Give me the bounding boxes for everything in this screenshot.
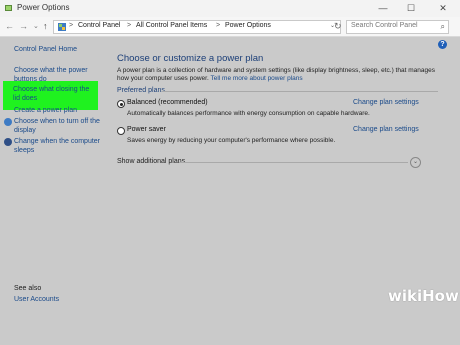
preferred-plans-label: Preferred plans xyxy=(117,87,165,94)
change-plan-settings-power-saver[interactable]: Change plan settings xyxy=(353,126,419,133)
show-additional-plans-label[interactable]: Show additional plans xyxy=(117,158,185,165)
section-divider xyxy=(162,91,438,92)
plan-desc-power-saver: Saves energy by reducing your computer's… xyxy=(127,137,336,144)
control-panel-icon xyxy=(58,23,66,31)
address-toolbar: ← → ⌄ ↑ > Control Panel > All Control Pa… xyxy=(0,17,460,37)
user-accounts-link[interactable]: User Accounts xyxy=(14,296,59,303)
forward-arrow-icon[interactable]: → xyxy=(19,21,28,32)
title-bar: Power Options — ☐ ✕ xyxy=(0,0,460,18)
power-saver-radio[interactable] xyxy=(117,127,125,135)
sidebar-item-create-plan[interactable]: Create a power plan xyxy=(14,106,106,115)
search-input[interactable]: Search Control Panel ⌕ xyxy=(346,20,449,34)
sidebar-item-computer-sleeps[interactable]: Change when the computer sleeps xyxy=(14,137,106,155)
left-pane: Control Panel Home Choose what the power… xyxy=(0,37,110,345)
recent-dropdown-icon[interactable]: ⌄ xyxy=(33,21,39,32)
sidebar-item-turn-off-display[interactable]: Choose when to turn off the display xyxy=(14,117,106,135)
see-also-label: See also xyxy=(14,285,42,292)
wikihow-watermark: wikiHow xyxy=(388,287,459,305)
page-description: A power plan is a collection of hardware… xyxy=(117,67,435,83)
breadcrumb-separator: > xyxy=(216,22,221,29)
search-icon: ⌕ xyxy=(440,22,445,31)
plan-name-power-saver[interactable]: Power saver xyxy=(127,126,166,133)
breadcrumb-separator: > xyxy=(127,22,132,29)
breadcrumb-power-options[interactable]: Power Options xyxy=(225,22,271,29)
sleep-icon xyxy=(4,138,12,146)
help-icon[interactable]: ? xyxy=(438,40,447,49)
plan-desc-balanced: Automatically balances performance with … xyxy=(127,110,370,117)
maximize-button[interactable]: ☐ xyxy=(400,0,422,17)
change-plan-settings-balanced[interactable]: Change plan settings xyxy=(353,99,419,106)
close-button[interactable]: ✕ xyxy=(432,0,454,17)
control-panel-home-link[interactable]: Control Panel Home xyxy=(14,45,106,54)
page-title: Choose or customize a power plan xyxy=(117,53,264,64)
breadcrumb-separator: > xyxy=(69,22,74,29)
search-placeholder: Search Control Panel xyxy=(351,22,418,29)
up-arrow-icon[interactable]: ↑ xyxy=(43,21,48,32)
balanced-radio[interactable] xyxy=(117,100,125,108)
expand-chevron-icon[interactable]: ⌄ xyxy=(410,157,421,168)
display-icon xyxy=(4,118,12,126)
refresh-icon[interactable]: ↻ xyxy=(334,21,342,32)
breadcrumb-control-panel[interactable]: Control Panel xyxy=(78,22,120,29)
watermark-how: How xyxy=(422,287,459,305)
breadcrumb-all-items[interactable]: All Control Panel Items xyxy=(136,22,207,29)
address-field[interactable]: > Control Panel > All Control Panel Item… xyxy=(53,20,341,34)
show-plans-divider xyxy=(179,162,408,163)
window-title: Power Options xyxy=(17,3,70,12)
power-options-icon xyxy=(5,5,12,11)
sidebar-item-closing-lid[interactable]: Choose what closing the lid does xyxy=(13,85,97,103)
minimize-button[interactable]: — xyxy=(372,0,394,17)
plan-name-balanced[interactable]: Balanced (recommended) xyxy=(127,99,208,106)
watermark-wiki: wiki xyxy=(388,287,423,305)
back-arrow-icon[interactable]: ← xyxy=(5,21,14,32)
power-plans-help-link[interactable]: Tell me more about power plans xyxy=(210,75,302,82)
